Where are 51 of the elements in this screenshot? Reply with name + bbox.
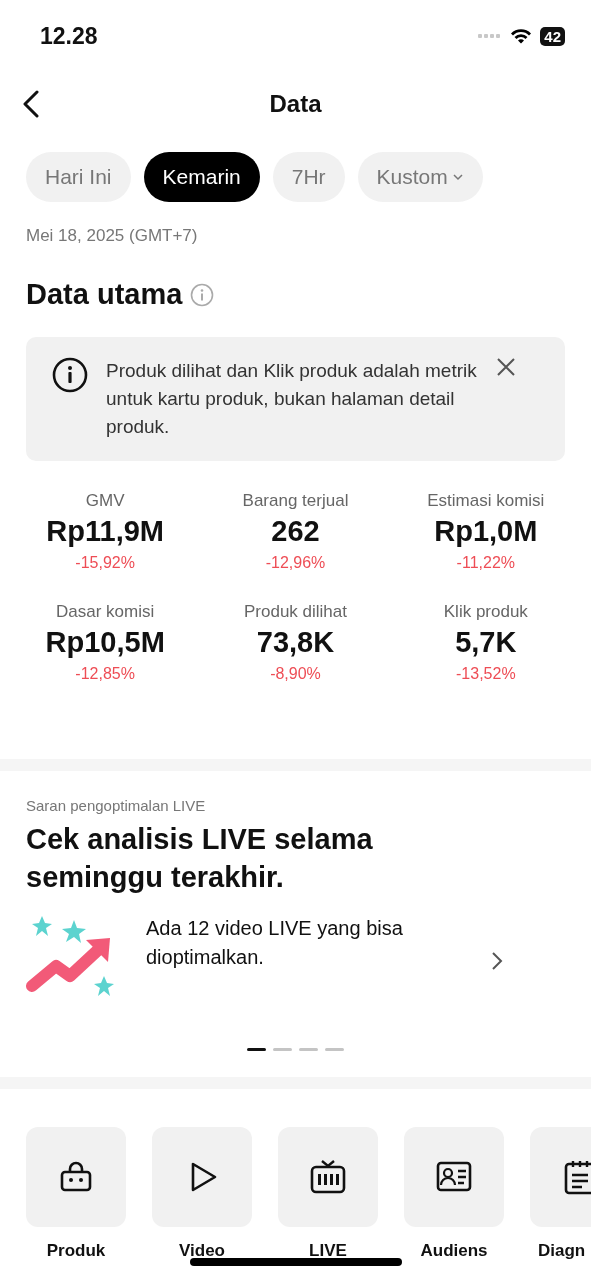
date-tab[interactable]: Kemarin	[143, 152, 260, 202]
metric-value: 5,7K	[455, 626, 517, 659]
back-button[interactable]	[22, 90, 40, 118]
page-title: Data	[269, 90, 322, 118]
metric-label: Klik produk	[443, 602, 528, 622]
metric-label: GMV	[85, 491, 125, 511]
page-indicator[interactable]	[247, 1048, 266, 1051]
metric-value: Rp11,9M	[46, 515, 164, 548]
metric-change: -8,90%	[270, 665, 321, 683]
metric-change: -13,52%	[456, 665, 516, 683]
metric-change: -12,96%	[265, 554, 326, 572]
shortcut-label: Audiens	[420, 1241, 488, 1261]
shortcut-tile[interactable]	[404, 1127, 504, 1227]
shortcut-label: Produk	[46, 1241, 106, 1261]
suggestion-title: Cek analisis LIVE selama seminggu terakhir.	[26, 822, 374, 895]
metric-change: -11,22%	[456, 554, 515, 572]
shortcut-tile[interactable]	[26, 1127, 126, 1227]
metric-label: Barang terjual	[242, 491, 349, 511]
info-icon	[52, 357, 88, 393]
notice-text: Produk dilihat dan Klik produk adalah metrik untuk kartu produk, bukan halaman detail produk.	[106, 359, 478, 439]
battery-level: 42	[540, 26, 565, 46]
status-time: 12.28	[40, 22, 98, 50]
suggestion-eyebrow: Saran pengoptimalan LIVE	[26, 797, 207, 814]
shortcut-label: LIVE	[309, 1241, 347, 1261]
profile-card-icon	[436, 1160, 472, 1194]
metric-value: 262	[271, 515, 320, 548]
shortcut-tile[interactable]	[278, 1127, 378, 1227]
metric-change: -15,92%	[75, 554, 135, 572]
metric-change: -12,85%	[75, 665, 135, 683]
section-title: Data utama	[26, 278, 183, 311]
shortcut-label: Video	[179, 1241, 225, 1261]
metric-label: Estimasi komisi	[427, 491, 545, 511]
metric-value: Rp1,0M	[434, 515, 538, 548]
shortcut-tile[interactable]	[152, 1127, 252, 1227]
tv-icon	[309, 1158, 347, 1196]
shortcut-label: Diagn	[537, 1241, 586, 1261]
chevron-right-icon[interactable]	[490, 950, 504, 972]
wifi-icon	[510, 28, 533, 44]
date-tab[interactable]: Kustom	[357, 152, 483, 202]
clipboard-icon	[563, 1159, 591, 1195]
signal-icon	[478, 33, 503, 39]
metric-label: Produk dilihat	[244, 602, 347, 622]
metric-value: Rp10,5M	[45, 626, 165, 659]
date-tab[interactable]: 7Hr	[272, 152, 345, 202]
metric-label: Dasar komisi	[56, 602, 155, 622]
suggestion-text: Ada 12 video LIVE yang bisa dioptimalkan.	[146, 916, 404, 970]
bag-icon	[59, 1160, 93, 1194]
date-label: Mei 18, 2025 (GMT+7)	[25, 225, 199, 246]
date-tab[interactable]: Hari Ini	[26, 152, 131, 202]
close-icon[interactable]	[496, 357, 516, 377]
metric-value: 73,8K	[256, 626, 335, 659]
